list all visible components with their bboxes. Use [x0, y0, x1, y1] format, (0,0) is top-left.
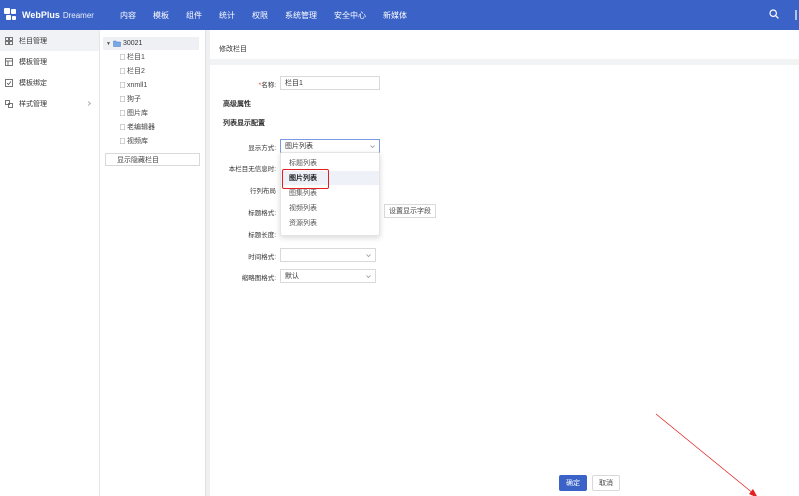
- show-hidden-columns-button[interactable]: 显示隐藏栏目: [105, 153, 200, 166]
- app-name: WebPlus: [22, 10, 60, 20]
- template-icon: [5, 57, 13, 66]
- search-icon[interactable]: [769, 9, 779, 19]
- sidebar-item-template-binding[interactable]: 模板绑定: [0, 72, 99, 93]
- chevron-down-icon: [366, 275, 371, 279]
- selection-highlight-box: [282, 169, 329, 189]
- tree-node[interactable]: 老编辑器: [120, 121, 155, 133]
- file-icon: [120, 124, 125, 130]
- app-suffix: Dreamer: [62, 10, 94, 20]
- chevron-right-icon: [87, 101, 92, 106]
- tree-node[interactable]: 栏目2: [120, 65, 145, 77]
- advanced-properties-title: 高级属性: [223, 101, 251, 108]
- more-menu-icon[interactable]: [788, 9, 798, 21]
- tree-node-label: 视频库: [127, 138, 148, 145]
- tree-node-label: 栏目1: [127, 54, 145, 61]
- file-icon: [120, 138, 125, 144]
- style-icon: [5, 99, 13, 108]
- file-icon: [120, 110, 125, 116]
- name-input[interactable]: 栏目1: [280, 76, 380, 90]
- thumbnail-format-value: 默认: [285, 273, 299, 280]
- display-mode-value: 图片列表: [285, 143, 313, 150]
- list-display-config-title: 列表显示配置: [223, 120, 265, 127]
- nav-item-template[interactable]: 模板: [153, 10, 169, 21]
- tree-node[interactable]: 图片库: [120, 107, 148, 119]
- display-mode-dropdown: 标题列表 图片列表 图集列表 视频列表 资源列表: [280, 152, 380, 236]
- left-sidebar: 栏目管理 模板管理 模板绑定 样式管理: [0, 30, 100, 496]
- column-tree: ▼ 30021 栏目1 栏目2 xnmll1 狗子 图片库 老编辑器 视频库 显…: [100, 30, 206, 496]
- title-length-label: 标题长度:: [248, 232, 276, 239]
- column-icon: [5, 36, 13, 45]
- thumbnail-format-label: 缩略图格式:: [241, 275, 276, 282]
- main-nav: 内容 模板 组件 统计 权限 系统管理 安全中心 新媒体: [120, 10, 424, 21]
- panel-title: 修改栏目: [219, 46, 247, 53]
- sidebar-item-label: 栏目管理: [19, 37, 47, 45]
- sidebar-item-template-management[interactable]: 模板管理: [0, 51, 99, 72]
- nav-item-content[interactable]: 内容: [120, 10, 136, 21]
- dropdown-option-video-list[interactable]: 视频列表: [281, 201, 379, 215]
- tree-node[interactable]: 视频库: [120, 135, 148, 147]
- sidebar-item-column-management[interactable]: 栏目管理: [0, 30, 99, 51]
- tree-node-label: xnmll1: [127, 81, 148, 89]
- dropdown-option-resource-list[interactable]: 资源列表: [281, 216, 379, 230]
- tree-node-label: 狗子: [127, 96, 141, 103]
- chevron-down-icon: [370, 145, 375, 149]
- tree-root-node[interactable]: ▼ 30021: [103, 37, 199, 50]
- time-format-select[interactable]: [280, 248, 376, 262]
- panel-divider-rule: [210, 59, 799, 65]
- nav-item-component[interactable]: 组件: [186, 10, 202, 21]
- nav-item-security[interactable]: 安全中心: [334, 10, 366, 21]
- display-mode-select[interactable]: 图片列表: [280, 139, 380, 153]
- annotation-arrow-icon: [655, 413, 757, 496]
- edit-column-panel: 修改栏目 *名称: 栏目1 高级属性 列表显示配置 显示方式: 图片列表 本栏目…: [210, 30, 799, 496]
- nav-item-system[interactable]: 系统管理: [285, 10, 317, 21]
- tree-root-label: 30021: [122, 40, 143, 47]
- sidebar-item-label: 样式管理: [19, 100, 47, 108]
- nav-item-statistics[interactable]: 统计: [219, 10, 235, 21]
- display-mode-label: 显示方式:: [248, 145, 276, 152]
- time-format-label: 时间格式:: [248, 254, 276, 261]
- sidebar-item-label: 模板管理: [19, 58, 47, 66]
- logo-icon: [4, 8, 18, 22]
- top-bar: WebPlus Dreamer 内容 模板 组件 统计 权限 系统管理 安全中心…: [0, 0, 799, 30]
- bind-icon: [5, 78, 13, 87]
- sidebar-item-style-management[interactable]: 样式管理: [0, 93, 99, 114]
- title-format-label: 标题格式:: [248, 210, 276, 217]
- tree-node-label: 栏目2: [127, 68, 145, 75]
- cancel-button[interactable]: 取消: [592, 475, 620, 491]
- thumbnail-format-select[interactable]: 默认: [280, 269, 376, 283]
- tree-node-label: 老编辑器: [127, 124, 155, 131]
- no-info-label: 本栏目无信息时:: [228, 166, 276, 173]
- expand-caret-icon[interactable]: ▼: [106, 41, 111, 47]
- confirm-button[interactable]: 确定: [559, 475, 587, 491]
- file-icon: [120, 96, 125, 102]
- row-col-layout-label: 行列布局: [250, 188, 276, 195]
- dropdown-option-title-list[interactable]: 标题列表: [281, 156, 379, 170]
- tree-node[interactable]: 狗子: [120, 93, 141, 105]
- sidebar-item-label: 模板绑定: [19, 79, 47, 87]
- file-icon: [120, 68, 125, 74]
- file-icon: [120, 54, 125, 60]
- folder-icon: [113, 40, 121, 47]
- chevron-down-icon: [366, 254, 371, 258]
- tree-node-label: 图片库: [127, 110, 148, 117]
- tree-node[interactable]: xnmll1: [120, 79, 147, 91]
- name-label: *名称:: [258, 82, 276, 89]
- set-display-fields-button[interactable]: 设置显示字段: [384, 204, 436, 218]
- tree-node[interactable]: 栏目1: [120, 51, 145, 63]
- nav-item-permission[interactable]: 权限: [252, 10, 268, 21]
- file-icon: [120, 82, 125, 88]
- nav-item-new-media[interactable]: 新媒体: [383, 10, 407, 21]
- app-logo[interactable]: WebPlus Dreamer: [4, 8, 114, 22]
